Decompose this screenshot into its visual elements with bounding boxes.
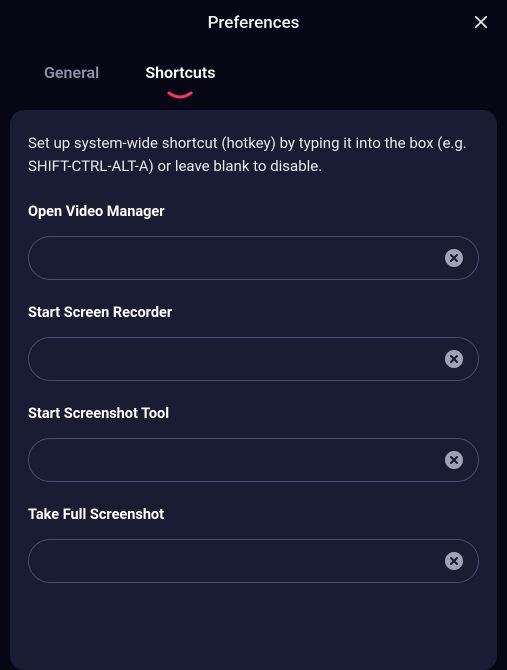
clear-icon [449,556,459,566]
shortcuts-panel: Set up system-wide shortcut (hotkey) by … [10,110,497,670]
tab-active-indicator-icon [167,91,193,101]
clear-button[interactable] [445,350,463,368]
clear-button[interactable] [445,249,463,267]
header-bar: Preferences [0,0,507,45]
clear-button[interactable] [445,552,463,570]
field-label-start-screen-recorder: Start Screen Recorder [28,304,479,321]
clear-icon [449,354,459,364]
hotkey-input-start-screenshot-tool[interactable] [28,438,479,482]
field-label-start-screenshot-tool: Start Screenshot Tool [28,405,479,422]
field-label-take-full-screenshot: Take Full Screenshot [28,506,479,523]
tab-shortcuts-label: Shortcuts [145,63,215,82]
tab-shortcuts[interactable]: Shortcuts [145,63,215,96]
hotkey-input-start-screen-recorder[interactable] [28,337,479,381]
window-title: Preferences [208,13,300,33]
tab-general[interactable]: General [44,63,99,96]
field-label-open-video-manager: Open Video Manager [28,203,479,220]
input-wrap [28,236,479,280]
hotkey-input-take-full-screenshot[interactable] [28,539,479,583]
close-icon [472,13,490,31]
close-button[interactable] [469,10,493,34]
clear-icon [449,455,459,465]
shortcut-field: Open Video Manager [28,203,479,280]
clear-button[interactable] [445,451,463,469]
shortcut-field: Take Full Screenshot [28,506,479,583]
shortcut-field: Start Screenshot Tool [28,405,479,482]
input-wrap [28,438,479,482]
panel-description: Set up system-wide shortcut (hotkey) by … [28,132,479,177]
input-wrap [28,539,479,583]
clear-icon [449,253,459,263]
shortcut-field: Start Screen Recorder [28,304,479,381]
tabs-bar: General Shortcuts [0,45,507,96]
hotkey-input-open-video-manager[interactable] [28,236,479,280]
input-wrap [28,337,479,381]
